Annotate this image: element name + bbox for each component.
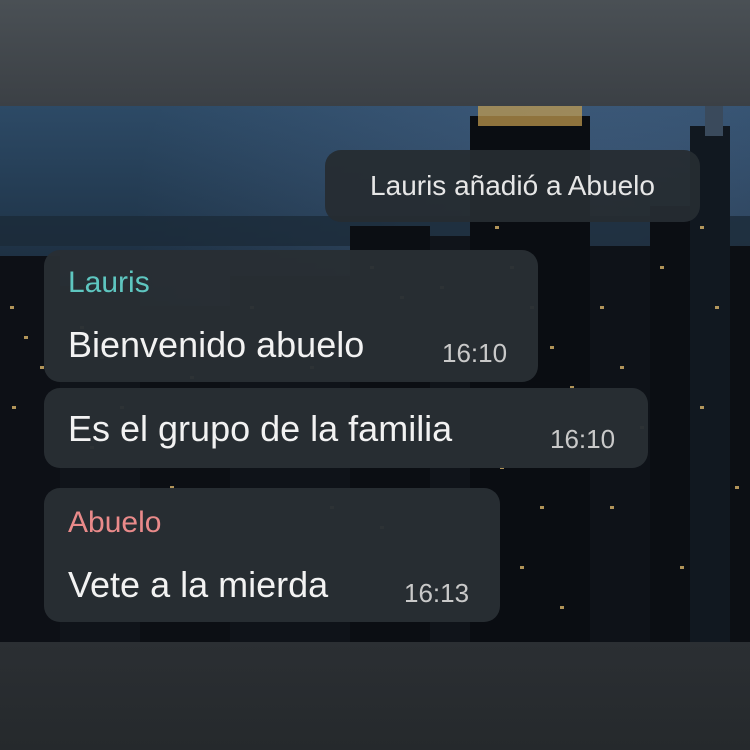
message-text: Bienvenido abuelo bbox=[68, 324, 365, 365]
chat-screen: Lauris añadió a Abuelo Lauris Bienvenido… bbox=[0, 0, 750, 750]
message-time: 16:10 bbox=[550, 424, 616, 454]
bottom-bar bbox=[0, 642, 750, 750]
top-bar bbox=[0, 0, 750, 106]
chat-area[interactable]: Lauris añadió a Abuelo Lauris Bienvenido… bbox=[0, 106, 750, 642]
message-time: 16:10 bbox=[442, 338, 508, 368]
system-message: Lauris añadió a Abuelo bbox=[325, 150, 700, 222]
message-bubble[interactable]: Abuelo Vete a la mierda 16:13 bbox=[44, 488, 500, 622]
message-time: 16:13 bbox=[404, 578, 470, 608]
message-text: Vete a la mierda bbox=[68, 564, 329, 605]
message-text: Es el grupo de la familia bbox=[68, 408, 453, 449]
message-bubble[interactable]: Es el grupo de la familia 16:10 bbox=[44, 388, 648, 468]
message-bubble[interactable]: Lauris Bienvenido abuelo 16:10 bbox=[44, 250, 538, 382]
message-sender[interactable]: Lauris bbox=[68, 266, 150, 300]
message-sender[interactable]: Abuelo bbox=[68, 506, 161, 540]
